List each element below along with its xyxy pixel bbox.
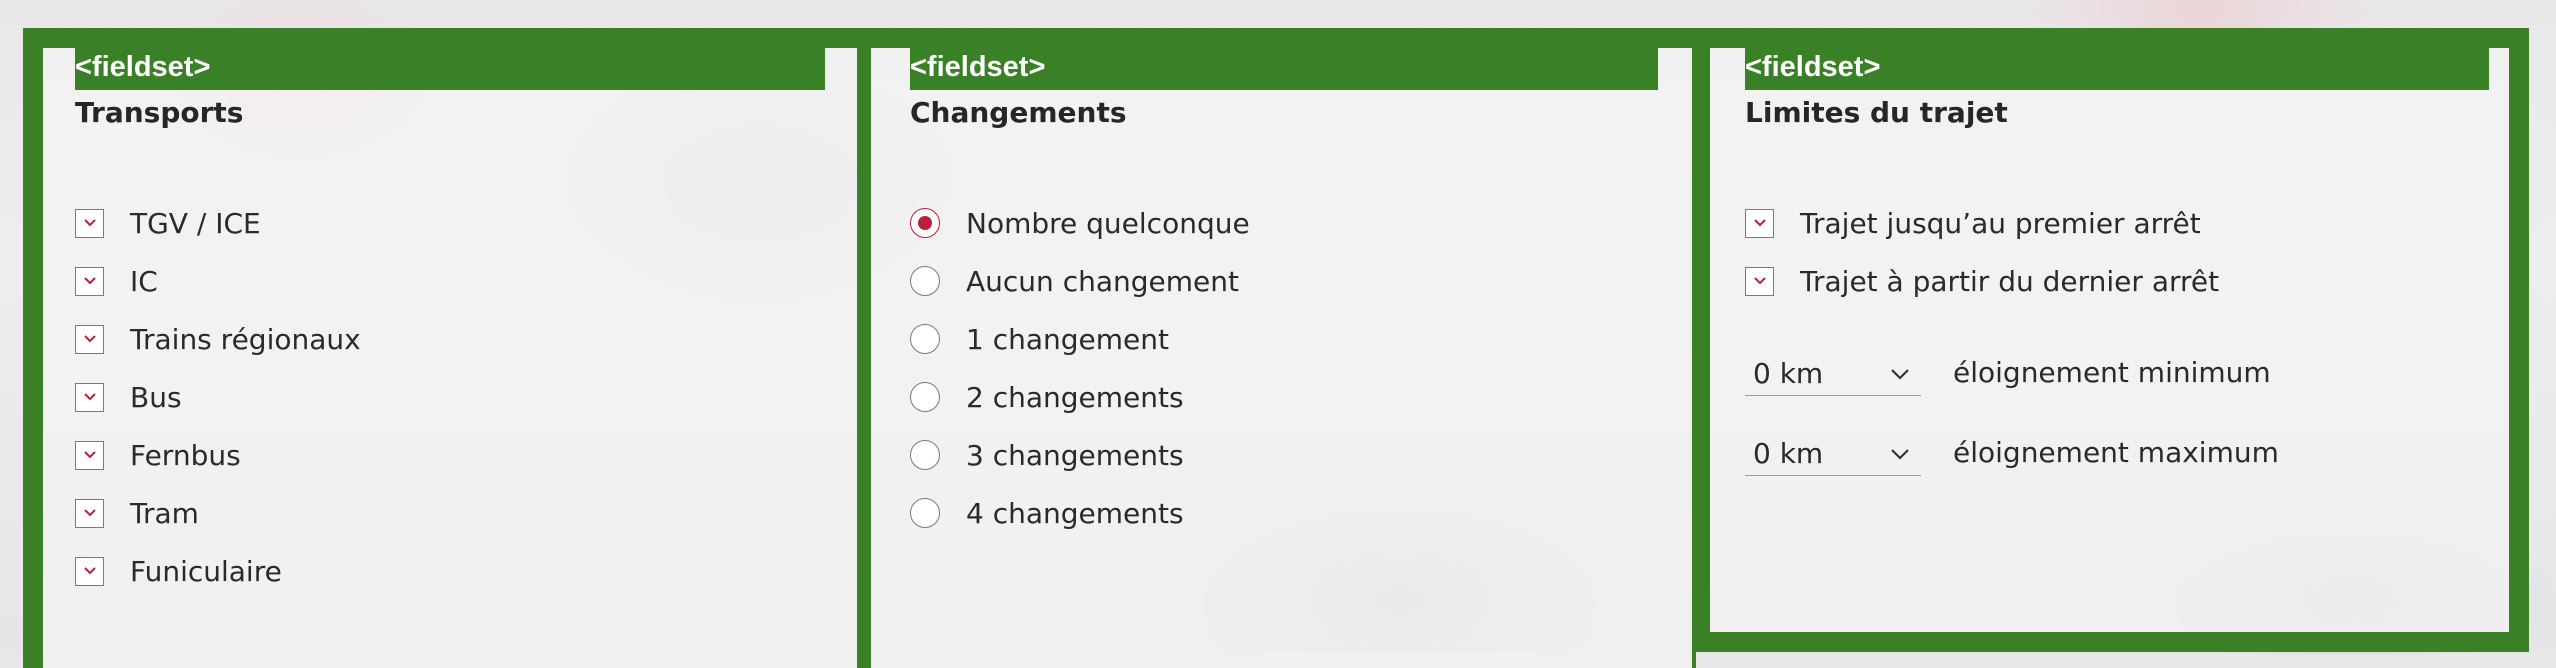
chevron-check-icon (83, 567, 96, 575)
radio-unselected[interactable] (910, 382, 940, 412)
fieldset-tag-label: <fieldset> (1745, 44, 2489, 90)
checkbox-option-fernbus[interactable]: Fernbus (75, 437, 241, 473)
radio-label: Nombre quelconque (966, 206, 1250, 240)
checkbox-checked[interactable] (1745, 208, 1774, 238)
chevron-check-icon (83, 393, 96, 401)
legend-transports: Transports (75, 96, 244, 129)
checkbox-label: Trajet jusqu’au premier arrêt (1800, 206, 2201, 240)
checkbox-option-premier-arret[interactable]: Trajet jusqu’au premier arrêt (1745, 205, 2201, 241)
radio-option-aucun-changement[interactable]: Aucun changement (910, 263, 1239, 299)
radio-option-nombre-quelconque[interactable]: Nombre quelconque (910, 205, 1250, 241)
select-eloignement-minimum[interactable]: 0 km (1745, 352, 1921, 396)
checkbox-checked[interactable] (75, 324, 104, 354)
select-value: 0 km (1753, 357, 1824, 390)
checkbox-option-bus[interactable]: Bus (75, 379, 182, 415)
checkbox-label: IC (130, 264, 158, 298)
radio-option-4-changements[interactable]: 4 changements (910, 495, 1184, 531)
chevron-check-icon (1753, 277, 1766, 285)
checkbox-checked[interactable] (75, 440, 104, 470)
radio-unselected[interactable] (910, 324, 940, 354)
checkbox-checked[interactable] (75, 266, 104, 296)
checkbox-checked[interactable] (1745, 266, 1774, 296)
radio-dot (918, 216, 932, 230)
checkbox-option-funiculaire[interactable]: Funiculaire (75, 553, 282, 589)
fieldset-tag-label: <fieldset> (75, 44, 825, 90)
chevron-check-icon (83, 277, 96, 285)
chevron-down-icon (1891, 368, 1909, 380)
checkbox-label: Fernbus (130, 438, 241, 472)
checkbox-option-dernier-arret[interactable]: Trajet à partir du dernier arrêt (1745, 263, 2219, 299)
select-value: 0 km (1753, 437, 1824, 470)
chevron-check-icon (83, 509, 96, 517)
chevron-check-icon (83, 335, 96, 343)
checkbox-checked[interactable] (75, 556, 104, 586)
radio-label: Aucun changement (966, 264, 1239, 298)
checkbox-option-tram[interactable]: Tram (75, 495, 199, 531)
radio-option-1-changement[interactable]: 1 changement (910, 321, 1169, 357)
chevron-down-icon (1891, 448, 1909, 460)
select-label-minimum: éloignement minimum (1953, 356, 2271, 389)
radio-unselected[interactable] (910, 498, 940, 528)
checkbox-label: Bus (130, 380, 182, 414)
chevron-check-icon (1753, 219, 1766, 227)
select-eloignement-maximum[interactable]: 0 km (1745, 432, 1921, 476)
checkbox-checked[interactable] (75, 382, 104, 412)
chevron-check-icon (83, 219, 96, 227)
radio-option-2-changements[interactable]: 2 changements (910, 379, 1184, 415)
checkbox-checked[interactable] (75, 498, 104, 528)
select-label-maximum: éloignement maximum (1953, 436, 2279, 469)
checkbox-option-ic[interactable]: IC (75, 263, 158, 299)
checkbox-label: Trains régionaux (130, 322, 361, 356)
checkbox-label: Funiculaire (130, 554, 282, 588)
checkbox-label: TGV / ICE (130, 206, 261, 240)
legend-limites-du-trajet: Limites du trajet (1745, 96, 2008, 129)
checkbox-option-tgv-ice[interactable]: TGV / ICE (75, 205, 261, 241)
radio-label: 1 changement (966, 322, 1169, 356)
fieldset-tag-label: <fieldset> (910, 44, 1658, 90)
radio-label: 4 changements (966, 496, 1184, 530)
checkbox-label: Trajet à partir du dernier arrêt (1800, 264, 2220, 298)
legend-changements: Changements (910, 96, 1127, 129)
checkbox-checked[interactable] (75, 208, 104, 238)
checkbox-option-trains-regionaux[interactable]: Trains régionaux (75, 321, 361, 357)
radio-label: 3 changements (966, 438, 1184, 472)
radio-unselected[interactable] (910, 266, 940, 296)
radio-label: 2 changements (966, 380, 1184, 414)
checkbox-label: Tram (130, 496, 199, 530)
radio-unselected[interactable] (910, 440, 940, 470)
radio-option-3-changements[interactable]: 3 changements (910, 437, 1184, 473)
chevron-check-icon (83, 451, 96, 459)
radio-selected[interactable] (910, 208, 940, 238)
